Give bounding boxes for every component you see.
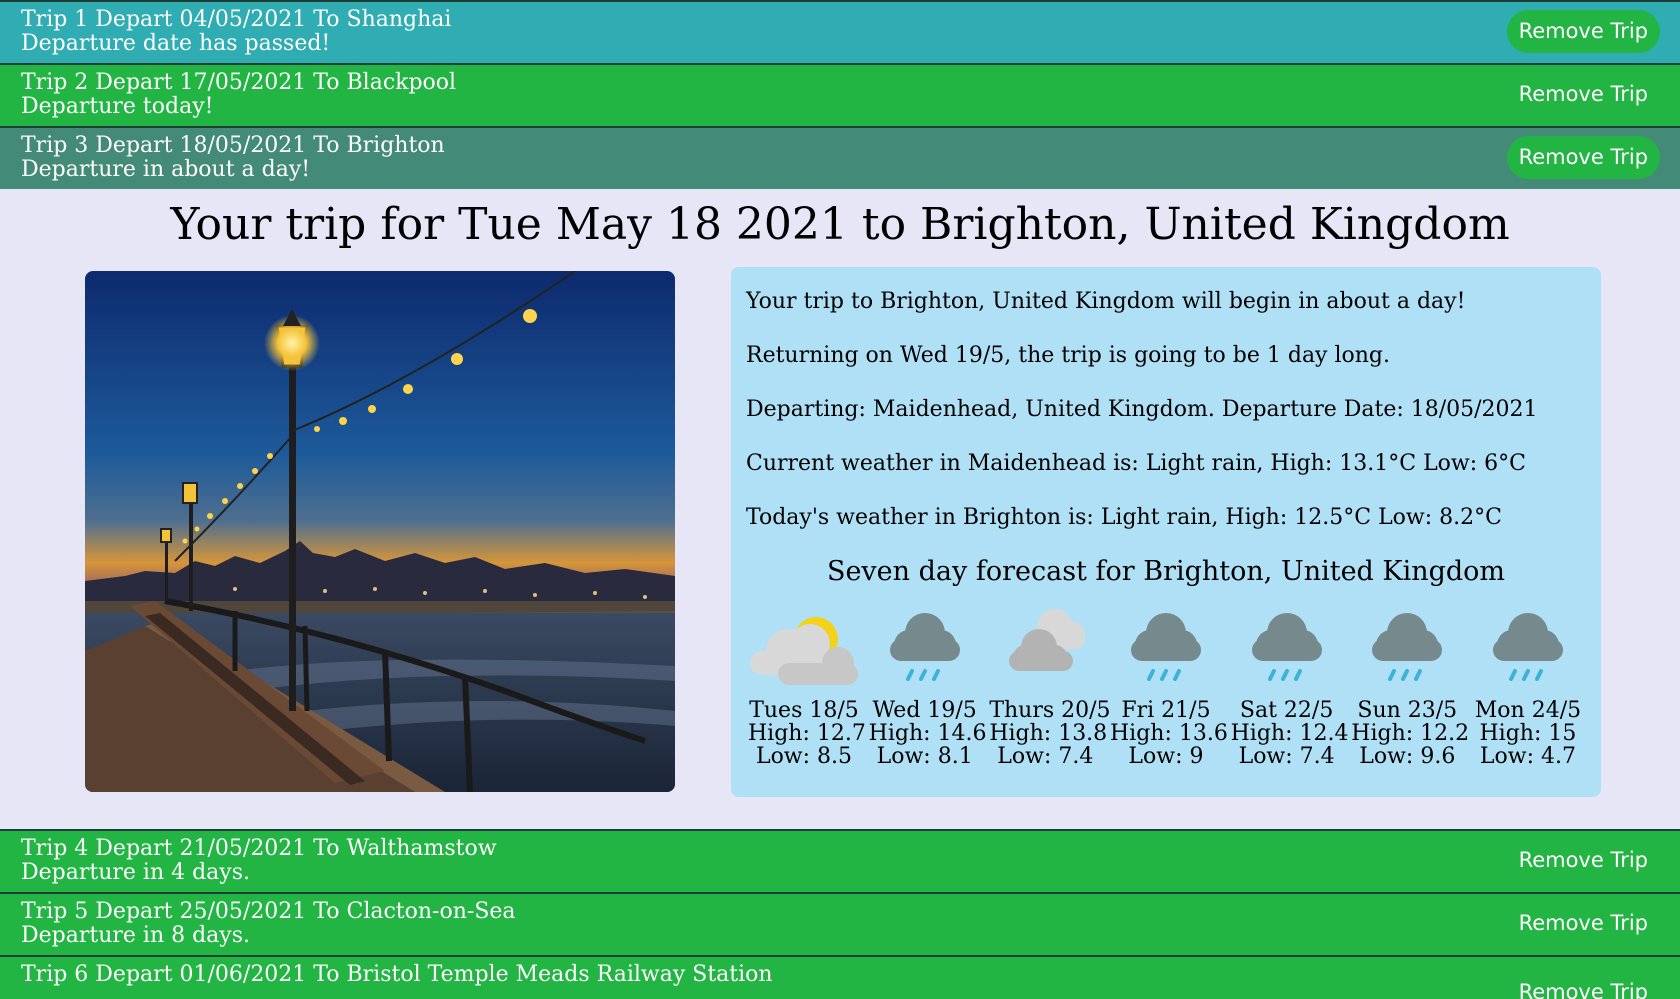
trip-status: Departure in about a day! (21, 157, 311, 182)
trip-info-card: Your trip to Brighton, United Kingdom wi… (731, 267, 1601, 797)
forecast-high: High: 13.6 (1109, 721, 1228, 746)
forecast-day: Tues 18/5 High: 12.7 Low: 8.5 (748, 599, 866, 769)
forecast-date: Wed 19/5 (872, 698, 977, 723)
remove-trip-button[interactable]: Remove Trip (1507, 971, 1660, 999)
forecast-date: Thurs 20/5 (989, 698, 1111, 723)
trip-row[interactable]: Trip 1 Depart 04/05/2021 To Shanghai Dep… (0, 0, 1680, 63)
destination-weather-text: Today's weather in Brighton is: Light ra… (746, 505, 1502, 530)
forecast-day: Wed 19/5 High: 14.6 Low: 8.1 (868, 599, 987, 769)
rain-icon (1372, 613, 1443, 681)
destination-photo (85, 271, 675, 792)
trip-start-text: Your trip to Brighton, United Kingdom wi… (746, 289, 1466, 314)
forecast-high: High: 12.7 (748, 721, 866, 746)
forecast-title: Seven day forecast for Brighton, United … (826, 556, 1506, 587)
forecast-date: Sun 23/5 (1357, 698, 1458, 723)
trip-title: Trip 6 Depart 01/06/2021 To Bristol Temp… (21, 962, 773, 987)
cloudy-icon (1009, 609, 1086, 671)
trip-detail-panel: Your trip for Tue May 18 2021 to Brighto… (0, 189, 1680, 829)
forecast-high: High: 12.2 (1351, 721, 1470, 746)
forecast-date: Sat 22/5 (1239, 698, 1334, 723)
forecast-day: Fri 21/5 High: 13.6 Low: 9 (1109, 599, 1228, 769)
remove-trip-button[interactable]: Remove Trip (1507, 902, 1660, 945)
trip-title: Trip 5 Depart 25/05/2021 To Clacton-on-S… (21, 899, 516, 924)
forecast-day: Mon 24/5 High: 15 Low: 4.7 (1472, 599, 1584, 768)
trip-status: Departure in 8 days. (21, 923, 251, 948)
trip-row-selected[interactable]: Trip 3 Depart 18/05/2021 To Brighton Dep… (0, 126, 1680, 189)
remove-trip-button[interactable]: Remove Trip (1506, 10, 1660, 53)
forecast-low: Low: 8.5 (755, 744, 853, 769)
forecast-date: Fri 21/5 (1121, 698, 1211, 723)
trip-title: Trip 2 Depart 17/05/2021 To Blackpool (21, 70, 457, 95)
rain-icon (1130, 613, 1201, 681)
partly-cloudy-icon (750, 617, 858, 685)
origin-weather-text: Current weather in Maidenhead is: Light … (746, 451, 1526, 476)
forecast-low: Low: 8.1 (876, 744, 973, 769)
trip-detail-title: Your trip for Tue May 18 2021 to Brighto… (170, 199, 1510, 250)
forecast-high: High: 12.4 (1230, 721, 1349, 746)
remove-trip-button[interactable]: Remove Trip (1507, 839, 1660, 882)
remove-trip-button[interactable]: Remove Trip (1507, 73, 1660, 116)
forecast-low: Low: 7.4 (997, 744, 1094, 769)
trip-status: Departure today! (21, 94, 214, 119)
rain-icon (889, 613, 960, 681)
trip-row[interactable]: Trip 2 Depart 17/05/2021 To Blackpool De… (0, 63, 1680, 126)
trip-title: Trip 1 Depart 04/05/2021 To Shanghai (21, 7, 452, 32)
departure-info-text: Departing: Maidenhead, United Kingdom. D… (746, 397, 1538, 422)
trip-row[interactable]: Trip 5 Depart 25/05/2021 To Clacton-on-S… (0, 892, 1680, 955)
forecast-low: Low: 9 (1128, 744, 1204, 769)
forecast-high: High: 13.8 (989, 721, 1108, 746)
rain-icon (1492, 613, 1563, 681)
forecast-low: Low: 9.6 (1359, 744, 1456, 769)
forecast-high: High: 15 (1479, 721, 1577, 746)
forecast-date: Mon 24/5 (1474, 698, 1582, 723)
trip-status: Departure date has passed! (21, 31, 331, 56)
rain-icon (1251, 613, 1322, 681)
trip-title: Trip 4 Depart 21/05/2021 To Walthamstow (21, 836, 497, 861)
forecast-date: Tues 18/5 (749, 698, 859, 723)
forecast-high: High: 14.6 (868, 721, 987, 746)
trip-row[interactable]: Trip 4 Depart 21/05/2021 To Walthamstow … (0, 829, 1680, 892)
forecast-day: Sun 23/5 High: 12.2 Low: 9.6 (1351, 599, 1470, 769)
forecast-day: Thurs 20/5 High: 13.8 Low: 7.4 (989, 599, 1111, 769)
trip-return-text: Returning on Wed 19/5, the trip is going… (746, 343, 1391, 368)
trip-row[interactable]: Trip 6 Depart 01/06/2021 To Bristol Temp… (0, 955, 1680, 999)
remove-trip-button[interactable]: Remove Trip (1506, 136, 1660, 179)
trip-title: Trip 3 Depart 18/05/2021 To Brighton (21, 133, 445, 158)
forecast-list: Tues 18/5 High: 12.7 Low: 8.5 Wed 19/5 H… (746, 599, 1586, 768)
trip-status: Departure in 4 days. (21, 860, 251, 885)
forecast-low: Low: 7.4 (1238, 744, 1335, 769)
forecast-low: Low: 4.7 (1479, 744, 1576, 769)
forecast-day: Sat 22/5 High: 12.4 Low: 7.4 (1230, 599, 1349, 769)
